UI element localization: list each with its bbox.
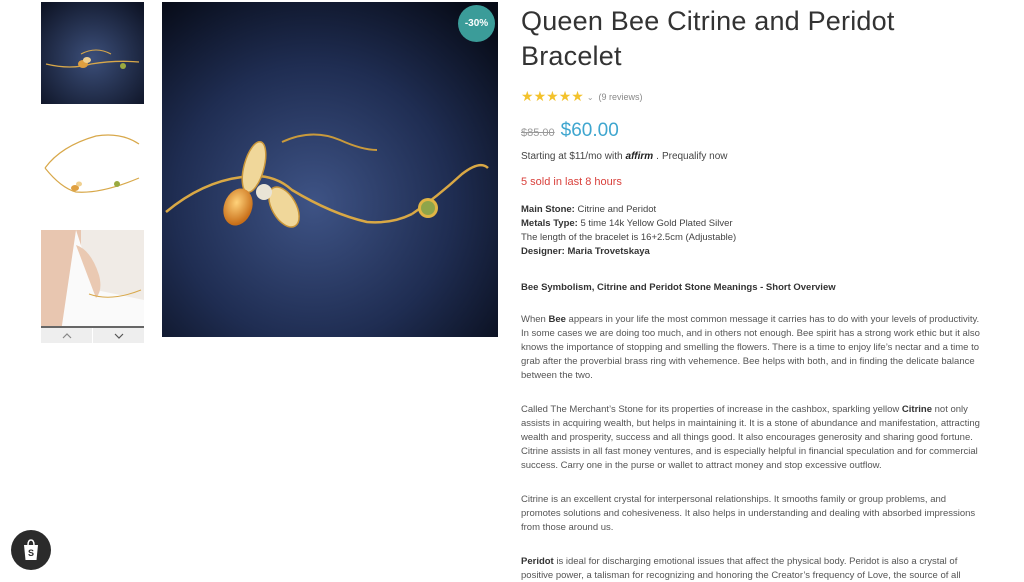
review-count[interactable]: (9 reviews) <box>599 92 643 102</box>
chevron-up-icon <box>62 332 71 338</box>
rating-stars: ★★★★★ <box>521 88 584 106</box>
thumbnail-navigation <box>41 326 144 343</box>
thumbnail-gallery <box>41 2 144 344</box>
star-icon: ★ <box>521 88 534 104</box>
thumbnail-1[interactable] <box>41 2 144 104</box>
description-citrine-relationships: Citrine is an excellent crystal for inte… <box>521 494 976 533</box>
shopify-bag-icon: S <box>24 539 38 560</box>
prequalify-link[interactable]: Prequalify now <box>662 151 728 162</box>
thumbnail-prev-button[interactable] <box>41 328 93 343</box>
description-citrine: Called The Merchant’s Stone for its prop… <box>521 404 980 471</box>
product-info: Queen Bee Citrine and Peridot Bracelet ★… <box>521 4 983 582</box>
affirm-period: . <box>656 151 659 162</box>
product-title: Queen Bee Citrine and Peridot Bracelet <box>521 6 895 71</box>
star-icon: ★ <box>546 88 559 104</box>
svg-text:S: S <box>28 548 34 558</box>
star-icon: ★ <box>571 88 584 104</box>
affirm-financing: Starting at $11/mo with affirm . Prequal… <box>521 151 983 162</box>
star-icon: ★ <box>558 88 572 104</box>
description-peridot: Peridot is ideal for discharging emotion… <box>521 556 961 581</box>
thumbnail-next-button[interactable] <box>93 328 144 343</box>
sale-price: $60.00 <box>560 120 619 141</box>
main-product-image[interactable] <box>162 2 498 337</box>
shopify-button[interactable]: S <box>11 530 51 570</box>
product-specs: Main Stone: Citrine and Peridot Metals T… <box>521 203 983 259</box>
description-bee: When Bee appears in your life the most c… <box>521 314 980 381</box>
spec-metals: Metals Type: 5 time 14k Yellow Gold Plat… <box>521 218 733 229</box>
spec-main-stone: Main Stone: Citrine and Peridot <box>521 204 657 215</box>
thumbnail-2[interactable] <box>41 116 144 218</box>
spec-length: The length of the bracelet is 16+2.5cm (… <box>521 232 737 243</box>
compare-at-price: $85.00 <box>521 127 555 139</box>
thumbnail-3[interactable] <box>41 230 144 332</box>
sale-badge: -30% <box>458 5 495 42</box>
product-rating[interactable]: ★★★★★ ⌄ (9 reviews) <box>521 88 983 106</box>
chevron-down-icon: ⌄ <box>586 92 594 102</box>
sold-counter: 5 sold in last 8 hours <box>521 176 622 188</box>
affirm-text: Starting at $11/mo with <box>521 151 623 162</box>
chevron-down-icon <box>114 333 123 339</box>
description-heading: Bee Symbolism, Citrine and Peridot Stone… <box>521 282 836 293</box>
star-icon: ★ <box>533 88 547 104</box>
spec-designer: Designer: Maria Trovetskaya <box>521 246 650 257</box>
price: $85.00 $60.00 <box>521 120 983 142</box>
affirm-logo: affirm <box>625 151 654 162</box>
